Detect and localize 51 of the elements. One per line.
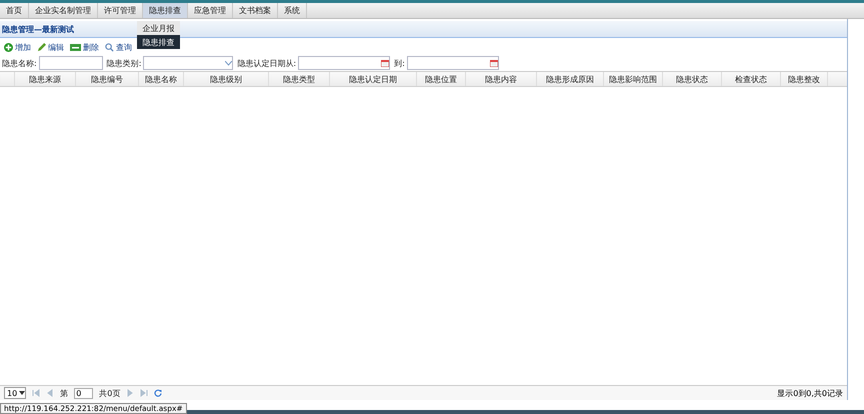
field-label: 隐患认定日期从:: [237, 58, 296, 68]
last-page-icon[interactable]: [140, 389, 148, 397]
menu-item[interactable]: 隐患排查: [143, 3, 188, 18]
column-header[interactable]: 隐患级别: [184, 72, 269, 86]
column-header[interactable]: 隐患整改: [781, 72, 828, 86]
dropdown-item[interactable]: 隐患排查: [137, 35, 180, 49]
page-label: 第: [60, 388, 68, 398]
refresh-icon[interactable]: [154, 389, 162, 397]
calendar-icon[interactable]: [381, 60, 390, 66]
menu-item[interactable]: 系统: [278, 3, 307, 18]
column-header[interactable]: 隐患影响范围: [604, 72, 663, 86]
toolbar-button[interactable]: 删除: [70, 42, 99, 53]
field-label: 到:: [394, 58, 405, 68]
toolbar-button[interactable]: 增加: [4, 42, 31, 53]
next-page-icon[interactable]: [126, 389, 134, 397]
chevron-down-icon[interactable]: [225, 60, 232, 66]
column-header[interactable]: 隐患名称: [139, 72, 184, 86]
menu-item[interactable]: 文书档案: [233, 3, 278, 18]
input-field[interactable]: [38, 56, 103, 70]
record-summary: 显示0到0,共0记录: [777, 388, 843, 398]
calendar-icon[interactable]: [490, 60, 498, 66]
column-header[interactable]: 隐患认定日期: [330, 72, 417, 86]
column-header[interactable]: 隐患编号: [76, 72, 139, 86]
column-header[interactable]: 隐患位置: [417, 72, 466, 86]
plus-icon: [4, 43, 13, 52]
dropdown-item[interactable]: 企业月报: [137, 21, 180, 35]
minus-icon: [70, 44, 81, 51]
pencil-icon: [37, 43, 46, 52]
toolbar-button[interactable]: 查询: [105, 42, 132, 53]
select-field[interactable]: [143, 56, 234, 70]
column-header[interactable]: 隐患状态: [663, 72, 722, 86]
date-field[interactable]: [298, 56, 390, 70]
column-header[interactable]: 隐患形成原因: [537, 72, 604, 86]
search-icon: [105, 43, 114, 52]
field-label: 隐患类别:: [106, 58, 142, 68]
date-field[interactable]: [406, 56, 499, 70]
column-header[interactable]: 隐患来源: [15, 72, 76, 86]
toolbar-button[interactable]: 编辑: [37, 42, 64, 53]
field-label: 隐患名称:: [2, 58, 37, 68]
column-header[interactable]: 隐患类型: [269, 72, 330, 86]
first-page-icon[interactable]: [32, 389, 40, 397]
caret-icon[interactable]: [19, 390, 26, 396]
column-header[interactable]: 检查状态: [722, 72, 781, 86]
menu-item[interactable]: 应急管理: [188, 3, 233, 18]
column-header[interactable]: 隐患内容: [466, 72, 537, 86]
page-total: 共0页: [99, 388, 120, 398]
prev-page-icon[interactable]: [46, 389, 54, 397]
page-input[interactable]: 0: [74, 388, 94, 398]
menu-item[interactable]: 企业实名制管理: [29, 3, 98, 18]
page-size-select[interactable]: 10: [4, 387, 26, 399]
menu-item[interactable]: 首页: [0, 3, 29, 18]
